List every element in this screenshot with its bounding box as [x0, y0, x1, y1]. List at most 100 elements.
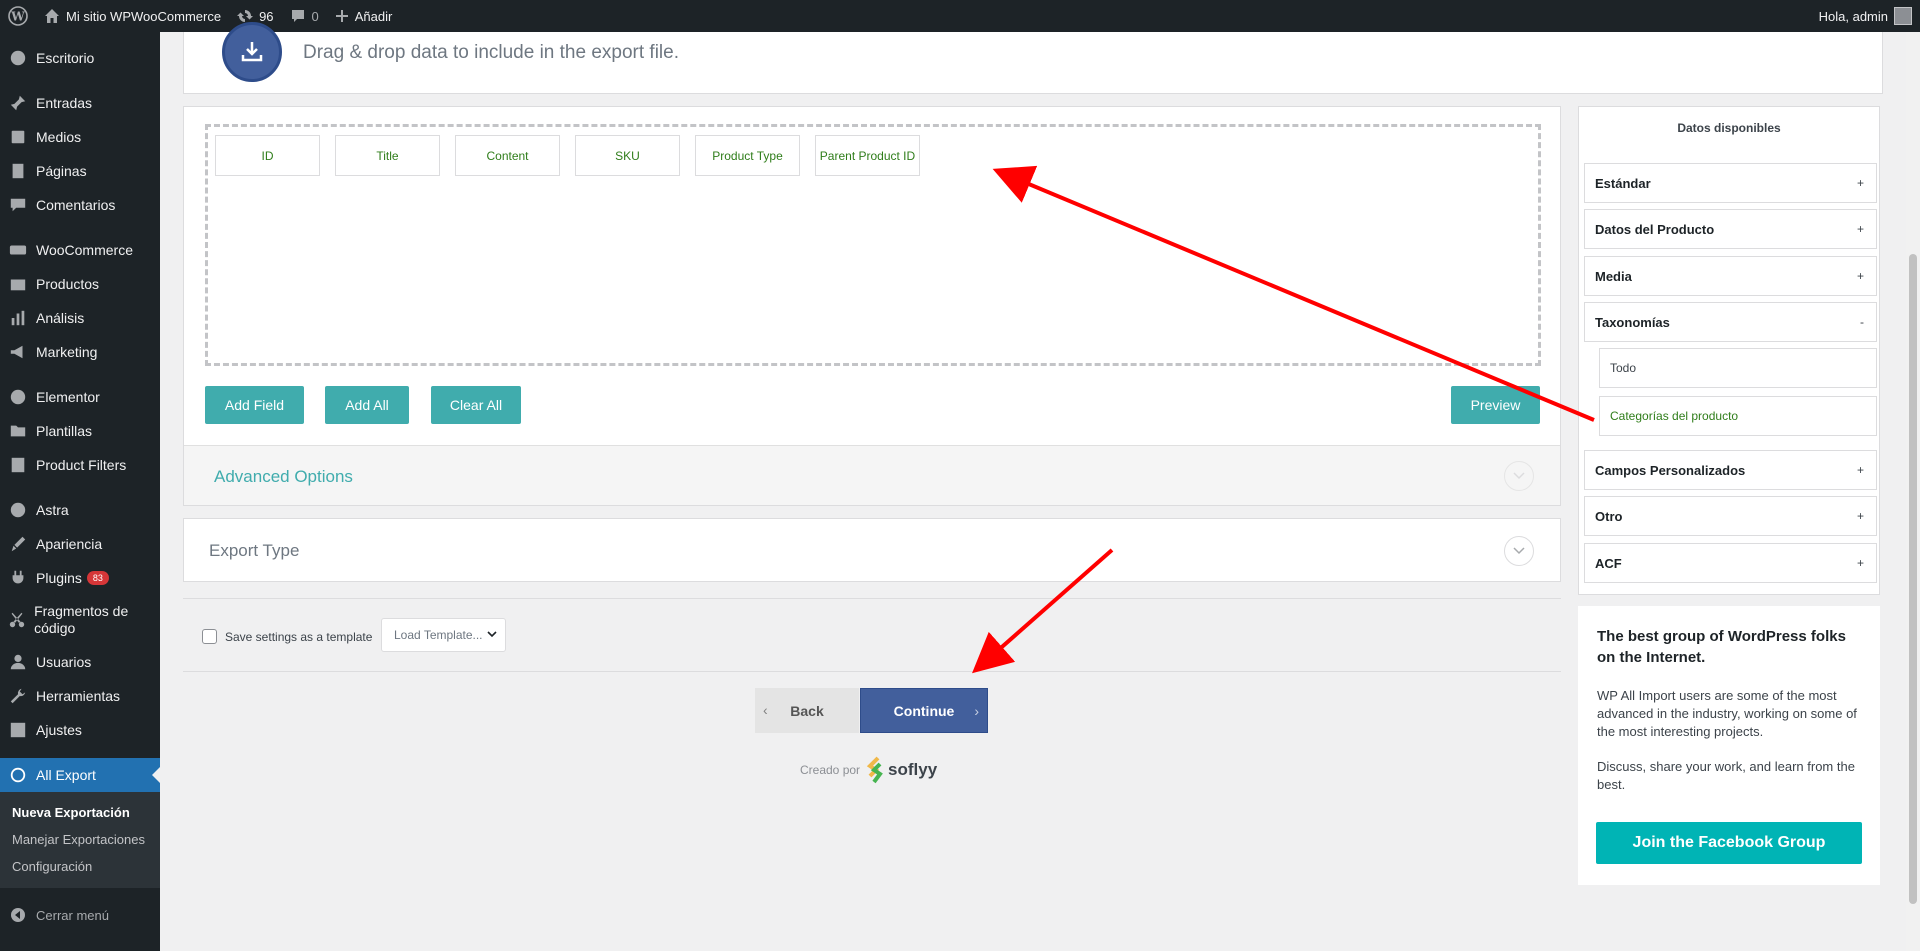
download-icon	[222, 22, 282, 82]
advanced-options-section[interactable]: Advanced Options	[184, 445, 1560, 505]
expand-toggle[interactable]: +	[1857, 463, 1864, 477]
load-template-value: Load Template...	[394, 628, 483, 642]
page-scrollbar[interactable]	[1906, 32, 1920, 951]
svg-text:W: W	[10, 10, 25, 24]
category-taxonomies[interactable]: Taxonomías -	[1584, 302, 1877, 342]
sidebar-item-comentarios[interactable]: Comentarios	[0, 188, 160, 222]
sidebar-item-woocommerce[interactable]: WooCommerce	[0, 233, 160, 267]
field-chip-title[interactable]: Title	[335, 135, 440, 176]
sidebar-item-an-lisis[interactable]: Análisis	[0, 301, 160, 335]
home-icon	[44, 8, 60, 24]
comment-icon	[290, 8, 306, 24]
plugin-icon	[8, 568, 28, 588]
sidebar-item-astra[interactable]: Astra	[0, 493, 160, 527]
chevron-down-icon[interactable]	[1504, 536, 1534, 566]
sidebar-item-medios[interactable]: Medios	[0, 120, 160, 154]
submenu-item-configuraci-n[interactable]: Configuración	[0, 853, 160, 880]
join-facebook-group-button[interactable]: Join the Facebook Group	[1596, 822, 1862, 864]
sidebar-item-label: Ajustes	[36, 721, 82, 738]
available-data-panel: Datos disponibles Estándar + Datos del Pr…	[1578, 106, 1880, 595]
sidebar-item-all-export[interactable]: All Export	[0, 758, 160, 792]
clear-all-button[interactable]: Clear All	[431, 386, 521, 424]
submenu-item-manejar-exportaciones[interactable]: Manejar Exportaciones	[0, 826, 160, 853]
expand-toggle[interactable]: +	[1857, 176, 1864, 190]
continue-button[interactable]: Continue ›	[860, 688, 988, 733]
new-content-link[interactable]: Añadir	[327, 0, 401, 32]
category-standard[interactable]: Estándar +	[1584, 163, 1877, 203]
comments-link[interactable]: 0	[282, 0, 327, 32]
wordpress-logo-icon[interactable]: W	[0, 0, 36, 32]
scrollbar-thumb[interactable]	[1909, 254, 1917, 904]
taxonomy-item-all[interactable]: Todo	[1599, 348, 1877, 388]
add-all-button[interactable]: Add All	[325, 386, 409, 424]
expand-toggle[interactable]: +	[1857, 509, 1864, 523]
sidebar-item-apariencia[interactable]: Apariencia	[0, 527, 160, 561]
community-promo: The best group of WordPress folks on the…	[1578, 606, 1880, 885]
category-label: Datos del Producto	[1595, 221, 1715, 237]
field-chip-sku[interactable]: SKU	[575, 135, 680, 176]
save-template-row: Save settings as a template	[202, 629, 372, 644]
collapse-label: Cerrar menú	[36, 907, 109, 923]
menu-separator	[0, 369, 160, 380]
sidebar-item-label: Apariencia	[36, 535, 103, 552]
sidebar-item-label: Productos	[36, 275, 100, 292]
sidebar-item-productos[interactable]: Productos	[0, 267, 160, 301]
collapse-toggle[interactable]: -	[1860, 315, 1864, 329]
category-custom-fields[interactable]: Campos Personalizados +	[1584, 450, 1877, 490]
export-header-panel: Drag & drop data to include in the expor…	[183, 22, 1883, 94]
sidebar-item-escritorio[interactable]: Escritorio	[0, 41, 160, 75]
category-acf[interactable]: ACF +	[1584, 543, 1877, 583]
comments-count: 0	[311, 8, 319, 24]
divider	[183, 671, 1561, 672]
export-type-title: Export Type	[209, 541, 300, 560]
load-template-select[interactable]: Load Template...	[381, 618, 506, 652]
add-field-button[interactable]: Add Field	[205, 386, 304, 424]
my-account[interactable]: Hola, admin	[1819, 7, 1920, 25]
analytics-icon	[8, 308, 28, 328]
category-product-data[interactable]: Datos del Producto +	[1584, 209, 1877, 249]
field-chip-product-type[interactable]: Product Type	[695, 135, 800, 176]
astra-icon	[8, 500, 28, 520]
sidebar-item-entradas[interactable]: Entradas	[0, 86, 160, 120]
chevron-down-icon	[487, 628, 497, 643]
expand-toggle[interactable]: +	[1857, 222, 1864, 236]
sidebar-item-label: Product Filters	[36, 456, 127, 473]
category-media[interactable]: Media +	[1584, 256, 1877, 296]
sidebar-item-marketing[interactable]: Marketing	[0, 335, 160, 369]
chevron-down-icon[interactable]	[1504, 461, 1534, 491]
sidebar-item-fragmentos-de-c-digo[interactable]: Fragmentos de código	[0, 595, 160, 645]
sidebar-item-product-filters[interactable]: Product Filters	[0, 448, 160, 482]
sidebar-item-elementor[interactable]: Elementor	[0, 380, 160, 414]
site-name-link[interactable]: Mi sitio WPWooCommerce	[36, 0, 229, 32]
field-chip-parent-product-id[interactable]: Parent Product ID	[815, 135, 920, 176]
field-chip-content[interactable]: Content	[455, 135, 560, 176]
created-by-label: Creado por	[800, 763, 861, 777]
sidebar-item-herramientas[interactable]: Herramientas	[0, 679, 160, 713]
submenu-item-nueva-exportaci-n[interactable]: Nueva Exportación	[0, 799, 160, 826]
preview-button[interactable]: Preview	[1451, 386, 1540, 424]
back-button[interactable]: ‹ Back	[755, 688, 859, 733]
taxonomy-item-product-categories[interactable]: Categorías del producto	[1599, 396, 1877, 436]
expand-toggle[interactable]: +	[1857, 556, 1864, 570]
export-type-section[interactable]: Export Type	[183, 518, 1561, 582]
menu-separator	[0, 222, 160, 233]
sidebar-item-label: WooCommerce	[36, 241, 133, 258]
category-other[interactable]: Otro +	[1584, 496, 1877, 536]
chevron-right-icon: ›	[974, 703, 979, 719]
field-chip-id[interactable]: ID	[215, 135, 320, 176]
updates-count: 96	[259, 8, 274, 24]
expand-toggle[interactable]: +	[1857, 269, 1864, 283]
export-fields-panel: ID Title Content SKU Product Type Parent…	[183, 106, 1561, 506]
sidebar-item-label: Escritorio	[36, 49, 95, 66]
collapse-menu-button[interactable]: Cerrar menú	[0, 898, 160, 932]
sidebar-item-plugins[interactable]: Plugins 83	[0, 561, 160, 595]
save-template-checkbox[interactable]	[202, 629, 217, 644]
media-icon	[8, 127, 28, 147]
sidebar-item-plantillas[interactable]: Plantillas	[0, 414, 160, 448]
sidebar-item-ajustes[interactable]: Ajustes	[0, 713, 160, 747]
field-dropzone[interactable]: ID Title Content SKU Product Type Parent…	[205, 124, 1541, 366]
filter-icon	[8, 455, 28, 475]
chevron-left-icon: ‹	[763, 702, 768, 718]
sidebar-item-p-ginas[interactable]: Páginas	[0, 154, 160, 188]
sidebar-item-usuarios[interactable]: Usuarios	[0, 645, 160, 679]
